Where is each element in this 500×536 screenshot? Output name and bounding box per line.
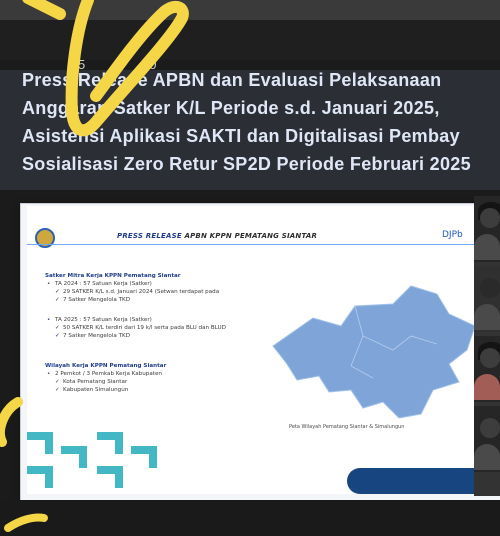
djpb-logo: DJPb (442, 230, 463, 240)
participant-video[interactable] (474, 196, 500, 262)
bottom-strip (0, 500, 500, 536)
section-item: 2 Pemkot / 3 Pemkab Kerja Kabupaten (45, 370, 235, 378)
headline-line-3: Asistensi Aplikasi SAKTI dan Digitalisas… (22, 126, 460, 146)
participant-face (480, 208, 500, 228)
section-heading: Wilayah Kerja KPPN Pematang Siantar (45, 363, 167, 369)
headline-banner: Press Release APBN dan Evaluasi Pelaksan… (0, 70, 500, 190)
section-subitem: Kota Pematang Siantar (45, 378, 235, 386)
slide-left-column: Satker Mitra Kerja KPPN Pematang Siantar… (45, 262, 235, 394)
top-bar: 5 20 (0, 0, 500, 72)
slide-title-rest: APBN KPPN PEMATANG SIANTAR (181, 232, 318, 240)
section-subitem: Kabupaten Simalungun (45, 386, 235, 394)
section-subitem: 7 Satker Mengelola TKD (45, 332, 235, 340)
participant-body (474, 304, 500, 330)
deco-pattern (27, 432, 157, 488)
scribble-left-mid (0, 397, 23, 447)
section-subitem: 7 Satker Mengelola TKD (45, 296, 235, 304)
slide-footer-pill (347, 468, 487, 494)
section-item: TA 2024 : 57 Satuan Kerja (Satker) (45, 280, 235, 288)
region-map (272, 285, 476, 419)
headline-line-2: Anggaran Satker K/L Periode s.d. Januari… (22, 98, 440, 118)
participant-body (474, 444, 500, 470)
webcam-strip (474, 196, 500, 496)
headline-line-4: Sosialisasi Zero Retur SP2D Periode Febr… (22, 154, 471, 174)
deco-shapes (27, 432, 157, 488)
participant-video[interactable] (474, 336, 500, 402)
participant-body (474, 374, 500, 400)
section-item: TA 2025 : 57 Satuan Kerja (Satker) (45, 316, 235, 324)
presentation-card: PRESS RELEASE APBN KPPN PEMATANG SIANTAR… (20, 203, 500, 501)
participant-face (480, 278, 500, 298)
kemenkeu-logo (35, 228, 55, 248)
section-subitem: 50 SATKER K/L terdiri dari 19 k/l serta … (45, 324, 235, 332)
section-heading: Satker Mitra Kerja KPPN Pematang Siantar (45, 273, 181, 279)
participant-face (480, 418, 500, 438)
participant-video[interactable] (474, 266, 500, 332)
slide-title: PRESS RELEASE APBN KPPN PEMATANG SIANTAR (117, 232, 317, 240)
top-strip (0, 0, 500, 20)
section-subitem: 29 SATKER K/L s.d. Januari 2024 (Setwan … (45, 288, 235, 296)
slide-title-italic: PRESS RELEASE (117, 232, 182, 240)
headline-line-1: Press Release APBN dan Evaluasi Pelaksan… (22, 70, 442, 90)
participant-face (480, 348, 500, 368)
participant-body (474, 234, 500, 260)
slide-rule (27, 244, 489, 245)
participant-video[interactable] (474, 406, 500, 472)
map-caption: Peta Wilayah Pematang Siantar & Simalung… (289, 424, 405, 430)
map-shape (272, 285, 476, 419)
slide: PRESS RELEASE APBN KPPN PEMATANG SIANTAR… (27, 206, 489, 494)
